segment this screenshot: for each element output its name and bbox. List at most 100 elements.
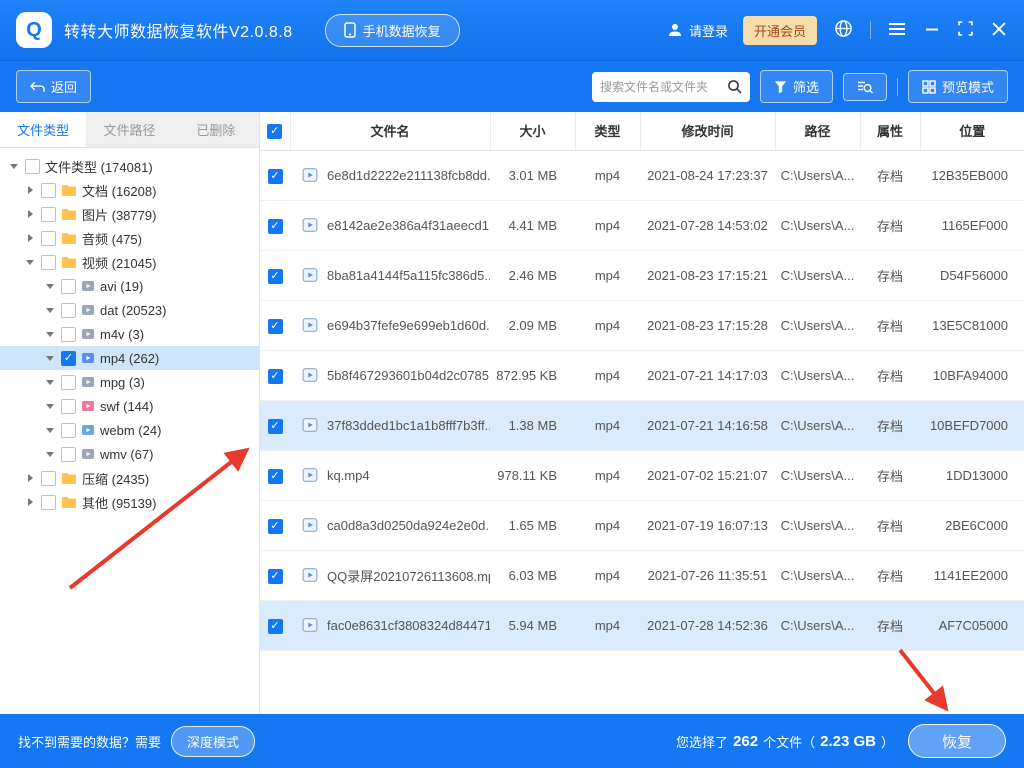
expander-icon[interactable] <box>24 474 36 482</box>
globe-button[interactable] <box>832 17 855 43</box>
filter-button[interactable]: 筛选 <box>759 70 833 103</box>
checkbox[interactable] <box>41 254 56 270</box>
row-checkbox[interactable] <box>267 368 283 384</box>
checkbox[interactable] <box>61 350 76 366</box>
table-row[interactable]: e8142ae2e386a4f31aeecd1... 4.41 MB mp4 2… <box>260 200 1024 251</box>
tree-label: avi (19) <box>100 278 144 294</box>
expander-icon[interactable] <box>24 186 36 194</box>
table-row[interactable]: e694b37fefe9e699eb1d60d... 2.09 MB mp4 2… <box>260 300 1024 351</box>
tab-file-type[interactable]: 文件类型 <box>0 112 87 147</box>
file-type: mp4 <box>575 350 640 401</box>
expander-icon[interactable] <box>44 427 56 433</box>
tree-item-images[interactable]: 图片 (38779) <box>0 202 259 226</box>
search-icon[interactable] <box>727 79 742 94</box>
search-input[interactable] <box>599 79 723 94</box>
table-row[interactable]: QQ录屏20210726113608.mp4 6.03 MB mp4 2021-… <box>260 550 1024 601</box>
login-button[interactable]: 请登录 <box>667 21 728 40</box>
expander-icon[interactable] <box>44 451 56 457</box>
grid-icon <box>922 79 936 94</box>
deep-mode-button[interactable]: 深度模式 <box>171 725 256 757</box>
tree-item-mpg[interactable]: mpg (3) <box>0 370 259 394</box>
expander-icon[interactable] <box>44 307 56 313</box>
tree-item-avi[interactable]: avi (19) <box>0 274 259 298</box>
tree-item-m4v[interactable]: m4v (3) <box>0 322 259 346</box>
file-mtime: 2021-07-21 14:16:58 <box>640 400 775 451</box>
maximize-button[interactable] <box>956 19 975 41</box>
row-checkbox[interactable] <box>267 418 283 434</box>
close-button[interactable] <box>990 20 1008 41</box>
table-row[interactable]: 5b8f467293601b04d2c0785... 872.95 KB mp4… <box>260 350 1024 401</box>
row-checkbox[interactable] <box>267 318 283 334</box>
checkbox[interactable] <box>41 494 56 510</box>
tree-item-video[interactable]: 视频 (21045) <box>0 250 259 274</box>
tree-item-archive[interactable]: 压缩 (2435) <box>0 466 259 490</box>
expander-icon[interactable] <box>44 283 56 289</box>
expander-icon[interactable] <box>24 259 36 265</box>
preview-mode-button[interactable]: 预览模式 <box>907 70 1008 103</box>
checkbox[interactable] <box>61 398 76 414</box>
expander-icon[interactable] <box>44 403 56 409</box>
file-path: C:\Users\A... <box>775 350 860 401</box>
row-checkbox[interactable] <box>267 568 283 584</box>
tree-item-audio[interactable]: 音频 (475) <box>0 226 259 250</box>
tree-item-webm[interactable]: webm (24) <box>0 418 259 442</box>
expander-icon[interactable] <box>44 379 56 385</box>
checkbox[interactable] <box>41 206 56 222</box>
file-attr: 存档 <box>860 250 920 301</box>
tree-item-root[interactable]: 文件类型 (174081) <box>0 154 259 178</box>
tree-item-wmv[interactable]: wmv (67) <box>0 442 259 466</box>
checkbox[interactable] <box>41 182 56 198</box>
phone-recovery-button[interactable]: 手机数据恢复 <box>324 13 460 47</box>
tree-item-mp4[interactable]: mp4 (262) <box>0 346 259 370</box>
minimize-button[interactable] <box>923 20 941 41</box>
tree-item-docs[interactable]: 文档 (16208) <box>0 178 259 202</box>
checkbox[interactable] <box>41 230 56 246</box>
expander-icon[interactable] <box>44 355 56 361</box>
file-type: mp4 <box>575 300 640 351</box>
file-size: 2.46 MB <box>490 250 575 301</box>
tree-item-swf[interactable]: swf (144) <box>0 394 259 418</box>
tree-item-other[interactable]: 其他 (95139) <box>0 490 259 514</box>
expander-icon[interactable] <box>8 163 20 169</box>
checkbox[interactable] <box>41 470 56 486</box>
row-checkbox[interactable] <box>267 468 283 484</box>
deep-scan-hint: 找不到需要的数据？需要 <box>18 734 162 750</box>
expander-icon[interactable] <box>44 331 56 337</box>
recover-button[interactable]: 恢复 <box>908 724 1006 758</box>
checkbox[interactable] <box>61 302 76 318</box>
tab-deleted[interactable]: 已删除 <box>173 112 259 147</box>
folder-icon <box>61 184 77 197</box>
tree-item-dat[interactable]: dat (20523) <box>0 298 259 322</box>
menu-button[interactable] <box>886 20 908 41</box>
row-checkbox[interactable] <box>267 218 283 234</box>
row-checkbox[interactable] <box>267 268 283 284</box>
back-button[interactable]: 返回 <box>16 70 92 103</box>
select-all-checkbox[interactable] <box>267 124 283 140</box>
file-size: 4.41 MB <box>490 200 575 251</box>
content-search-button[interactable] <box>842 72 887 101</box>
tab-file-path[interactable]: 文件路径 <box>86 112 172 147</box>
table-row[interactable]: 8ba81a4144f5a115fc386d5... 2.46 MB mp4 2… <box>260 250 1024 301</box>
checkbox[interactable] <box>61 278 76 294</box>
membership-button[interactable]: 开通会员 <box>742 15 817 45</box>
expander-icon[interactable] <box>24 234 36 242</box>
media-file-icon <box>302 567 318 583</box>
table-row[interactable]: ca0d8a3d0250da924e2e0d... 1.65 MB mp4 20… <box>260 500 1024 551</box>
table-row[interactable]: kq.mp4 978.11 KB mp4 2021-07-02 15:21:07… <box>260 450 1024 501</box>
checkbox[interactable] <box>61 422 76 438</box>
row-checkbox[interactable] <box>267 618 283 634</box>
table-row[interactable]: fac0e8631cf3808324d84471... 5.94 MB mp4 … <box>260 600 1024 651</box>
row-checkbox[interactable] <box>267 168 283 184</box>
checkbox[interactable] <box>61 326 76 342</box>
checkbox[interactable] <box>61 374 76 390</box>
table-row[interactable]: 6e8d1d2222e211138fcb8dd... 3.01 MB mp4 2… <box>260 150 1024 201</box>
table-header-row: 文件名 大小 类型 修改时间 路径 属性 位置 <box>260 112 1024 151</box>
table-row[interactable]: 37f83dded1bc1a1b8fff7b3ff... 1.38 MB mp4… <box>260 400 1024 451</box>
expander-icon[interactable] <box>24 210 36 218</box>
row-checkbox[interactable] <box>267 518 283 534</box>
checkbox[interactable] <box>25 158 40 174</box>
selection-summary: 您选择了 262 个文件（ 2.23 GB ） <box>676 732 894 751</box>
tree-label: 视频 (21045) <box>82 255 157 271</box>
expander-icon[interactable] <box>24 498 36 506</box>
checkbox[interactable] <box>61 446 76 462</box>
